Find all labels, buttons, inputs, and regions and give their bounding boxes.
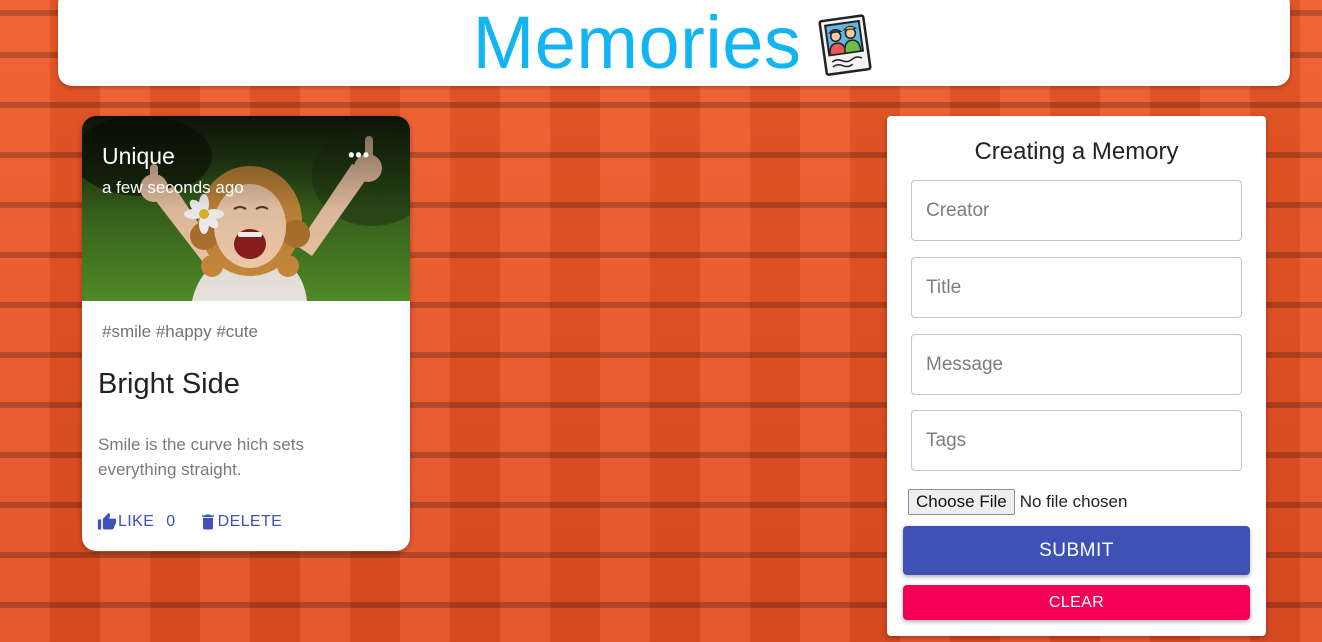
creator-input[interactable] xyxy=(912,181,1241,240)
file-status: No file chosen xyxy=(1019,492,1128,511)
post-creator: Unique xyxy=(102,143,175,169)
file-picker: Choose File No file chosen xyxy=(908,489,1127,515)
post-tags: #smile #happy #cute xyxy=(102,322,258,341)
tags-field xyxy=(911,410,1242,471)
title-field xyxy=(911,257,1242,318)
choose-file-button[interactable]: Choose File xyxy=(908,489,1015,515)
thumb-up-icon xyxy=(96,512,118,532)
photo-memories-icon xyxy=(817,14,875,76)
post-title: Bright Side xyxy=(98,368,240,400)
like-count: 0 xyxy=(166,513,176,530)
like-label: LIKE xyxy=(118,513,155,530)
card-actions: LIKE 0 DELETE xyxy=(96,512,282,532)
tags-input[interactable] xyxy=(912,411,1241,470)
message-input[interactable] xyxy=(912,335,1241,394)
app-bar: Memories xyxy=(58,0,1290,86)
clear-button[interactable]: CLEAR xyxy=(903,585,1250,620)
delete-label: DELETE xyxy=(217,513,283,530)
more-horizontal-icon[interactable]: ••• xyxy=(348,146,370,164)
message-field xyxy=(911,334,1242,395)
submit-button[interactable]: SUBMIT xyxy=(903,526,1250,575)
post-timestamp: a few seconds ago xyxy=(102,178,244,197)
trash-icon xyxy=(198,512,218,532)
memory-form: Creating a Memory Choose File No file ch… xyxy=(887,116,1266,636)
title-input[interactable] xyxy=(912,258,1241,317)
like-button[interactable]: LIKE 0 xyxy=(96,512,176,532)
memory-card: Unique a few seconds ago ••• #smile #hap… xyxy=(82,116,410,551)
app-title: Memories xyxy=(472,1,802,84)
form-heading: Creating a Memory xyxy=(974,138,1179,165)
memory-image: Unique a few seconds ago ••• xyxy=(82,116,410,301)
delete-button[interactable]: DELETE xyxy=(198,512,283,532)
post-message: Smile is the curve hich sets everything … xyxy=(98,435,304,479)
creator-field xyxy=(911,180,1242,241)
